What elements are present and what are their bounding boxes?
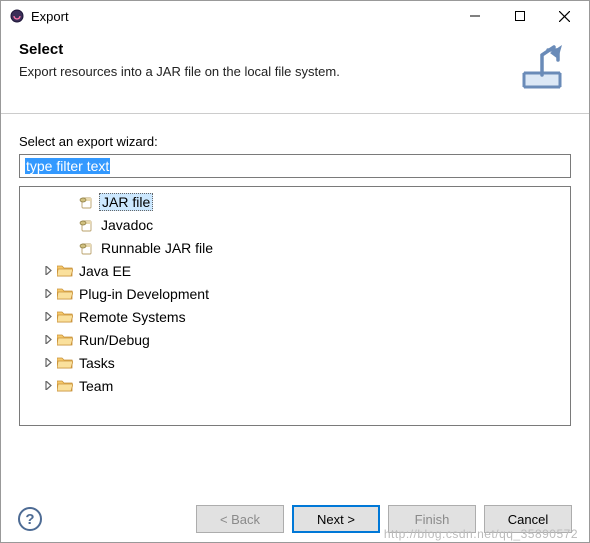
wizard-label: Select an export wizard: bbox=[19, 134, 571, 149]
expander-empty bbox=[62, 217, 78, 233]
wizard-tree: JAR file Javadoc Runnable JAR file Java EE P… bbox=[19, 186, 571, 426]
jar-file-icon bbox=[78, 240, 96, 256]
expander-empty bbox=[62, 240, 78, 256]
tree-item-label: Remote Systems bbox=[77, 309, 188, 325]
tree-item[interactable]: Tasks bbox=[20, 351, 570, 374]
close-button[interactable] bbox=[542, 2, 587, 30]
tree-item[interactable]: JAR file bbox=[20, 190, 570, 213]
tree-item[interactable]: Java EE bbox=[20, 259, 570, 282]
tree-item-label: Run/Debug bbox=[77, 332, 152, 348]
titlebar: Export bbox=[1, 1, 589, 31]
tree-item-label: Javadoc bbox=[99, 217, 155, 233]
page-subtitle: Export resources into a JAR file on the … bbox=[19, 64, 515, 79]
button-bar: ? < Back Next > Finish Cancel bbox=[0, 505, 590, 533]
tree-item-label: JAR file bbox=[99, 193, 153, 211]
folder-icon bbox=[56, 355, 74, 371]
folder-icon bbox=[56, 309, 74, 325]
content-area: Select an export wizard: type filter tex… bbox=[1, 114, 589, 436]
expander-icon[interactable] bbox=[40, 309, 56, 325]
app-icon bbox=[9, 8, 25, 24]
expander-icon[interactable] bbox=[40, 332, 56, 348]
folder-icon bbox=[56, 286, 74, 302]
tree-viewport[interactable]: JAR file Javadoc Runnable JAR file Java EE P… bbox=[20, 187, 570, 425]
expander-icon[interactable] bbox=[40, 378, 56, 394]
expander-empty bbox=[62, 194, 78, 210]
minimize-button[interactable] bbox=[452, 2, 497, 30]
maximize-button[interactable] bbox=[497, 2, 542, 30]
tree-item-label: Plug-in Development bbox=[77, 286, 211, 302]
tree-item[interactable]: Plug-in Development bbox=[20, 282, 570, 305]
tree-item-label: Runnable JAR file bbox=[99, 240, 215, 256]
tree-item[interactable]: Remote Systems bbox=[20, 305, 570, 328]
tree-item[interactable]: Runnable JAR file bbox=[20, 236, 570, 259]
folder-icon bbox=[56, 332, 74, 348]
tree-item-label: Team bbox=[77, 378, 115, 394]
folder-icon bbox=[56, 263, 74, 279]
jar-file-icon bbox=[78, 217, 96, 233]
tree-item-label: Tasks bbox=[77, 355, 117, 371]
header-banner: Select Export resources into a JAR file … bbox=[1, 31, 589, 114]
tree-item[interactable]: Team bbox=[20, 374, 570, 397]
export-icon bbox=[515, 41, 571, 97]
tree-item[interactable]: Javadoc bbox=[20, 213, 570, 236]
next-button[interactable]: Next > bbox=[292, 505, 380, 533]
expander-icon[interactable] bbox=[40, 286, 56, 302]
back-button[interactable]: < Back bbox=[196, 505, 284, 533]
jar-file-icon bbox=[78, 194, 96, 210]
help-button[interactable]: ? bbox=[18, 507, 42, 531]
window-title: Export bbox=[31, 9, 452, 24]
cancel-button[interactable]: Cancel bbox=[484, 505, 572, 533]
finish-button[interactable]: Finish bbox=[388, 505, 476, 533]
folder-icon bbox=[56, 378, 74, 394]
tree-item[interactable]: Run/Debug bbox=[20, 328, 570, 351]
expander-icon[interactable] bbox=[40, 355, 56, 371]
page-title: Select bbox=[19, 41, 515, 58]
expander-icon[interactable] bbox=[40, 263, 56, 279]
tree-item-label: Java EE bbox=[77, 263, 133, 279]
filter-input[interactable]: type filter text bbox=[19, 154, 571, 178]
